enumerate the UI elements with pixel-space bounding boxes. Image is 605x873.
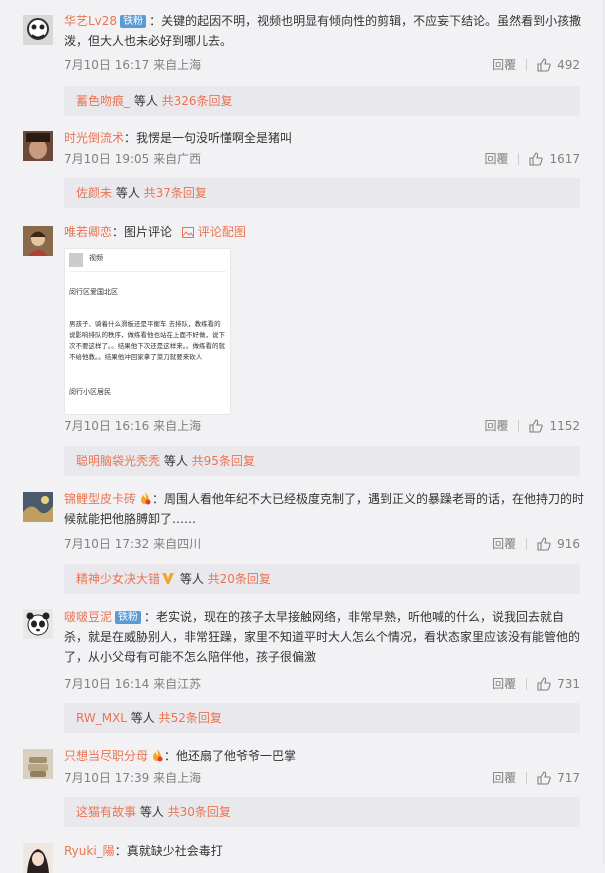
comment-list: 华艺Lv28 铁粉 ：关键的起因不明，视频也明显有倾向性的剪辑，不应妄下结论。虽然看…	[0, 0, 604, 873]
reply-count[interactable]: 共37条回复	[144, 186, 207, 200]
username[interactable]: 唯若卿恋	[64, 225, 112, 239]
username[interactable]: 时光倒流术	[64, 131, 124, 145]
avatar[interactable]	[23, 609, 53, 639]
avatar[interactable]	[23, 15, 53, 45]
avatar[interactable]	[23, 843, 53, 873]
comment-time: 7月10日 17:39 来自上海	[64, 771, 202, 785]
comment-time: 7月10日 16:17 来自上海	[64, 58, 202, 72]
comment-text: ：图片评论	[112, 225, 173, 239]
reply-button[interactable]: 回覆	[484, 151, 508, 167]
picture-icon	[181, 224, 194, 244]
image-body: 男孩子、骑着什么滑板还是平衡车 去排队，教练看的说影响排队的秩序，做练看他也站在…	[69, 320, 225, 361]
reply-mid: 等人	[160, 454, 192, 468]
divider	[526, 59, 528, 71]
divider	[69, 271, 226, 272]
comment-image[interactable]: 视频 闵行区爱国北区 男孩子、骑着什么滑板还是平衡车 去排队，教练看的说影响排队…	[64, 248, 231, 415]
reply-count[interactable]: 共20条回复	[208, 572, 271, 586]
like-count: 1152	[549, 419, 580, 433]
divider	[518, 153, 520, 165]
fire-icon	[138, 491, 152, 505]
fan-badge: 铁粉	[115, 611, 142, 624]
thumbs-up-icon	[537, 771, 551, 785]
reply-button[interactable]: 回覆	[492, 770, 516, 786]
reply-button[interactable]: 回覆	[492, 676, 516, 692]
verified-v-icon	[162, 565, 175, 595]
reply-user[interactable]: RW_MXL	[76, 711, 127, 725]
like-button[interactable]: 717	[537, 770, 580, 786]
image-avatar	[69, 253, 83, 267]
image-loc2: 闵行小区居民	[69, 388, 111, 396]
username[interactable]: 华艺Lv28	[64, 14, 117, 28]
reply-count[interactable]: 共95条回复	[192, 454, 255, 468]
comment-time: 7月10日 16:16 来自上海	[64, 419, 202, 433]
reply-mid: 等人	[130, 94, 162, 108]
reply-user[interactable]: 这猫有故事	[76, 805, 136, 819]
like-count: 492	[557, 58, 580, 72]
like-count: 731	[557, 677, 580, 691]
fan-badge: 铁粉	[120, 15, 147, 28]
like-button[interactable]: 916	[537, 536, 580, 552]
reply-button[interactable]: 回覆	[484, 418, 508, 434]
reply-button[interactable]: 回覆	[492, 536, 516, 552]
reply-summary[interactable]: 这猫有故事 等人 共30条回复	[64, 797, 580, 827]
thumbs-up-icon	[537, 58, 551, 72]
username[interactable]: 锦鲤型皮卡砖	[64, 492, 136, 506]
avatar[interactable]	[23, 749, 53, 779]
reply-user[interactable]: 佐颜未	[76, 186, 112, 200]
divider	[526, 538, 528, 550]
comment-text: ：老实说，现在的孩子太早接触网络，非常早熟，听他喊的什么，说我回去就自杀，就是在…	[64, 610, 581, 664]
reply-summary[interactable]: 聪明脑袋光秃秃 等人 共95条回复	[64, 446, 580, 476]
username[interactable]: 啵啵豆泥	[64, 610, 112, 624]
reply-button[interactable]: 回覆	[492, 57, 516, 73]
pic-link[interactable]: 评论配图	[198, 225, 246, 239]
reply-summary[interactable]: 佐颜未 等人 共37条回复	[64, 178, 580, 208]
thumbs-up-icon	[529, 152, 544, 166]
avatar[interactable]	[23, 131, 53, 161]
comment-time: 7月10日 17:32 来自四川	[64, 537, 202, 551]
reply-count[interactable]: 共326条回复	[162, 94, 233, 108]
comment-time: 7月10日 19:05 来自广西	[64, 152, 202, 166]
reply-user[interactable]: 蓄色吻痕_	[76, 94, 130, 108]
reply-mid: 等人	[112, 186, 144, 200]
username[interactable]: Ryuki_陽	[64, 844, 115, 858]
reply-mid: 等人	[136, 805, 168, 819]
username[interactable]: 只想当尽职分母	[64, 749, 148, 763]
like-button[interactable]: 1152	[529, 418, 580, 434]
comment-text: ：我愣是一句没听懂啊全是猪叫	[124, 131, 293, 145]
like-count: 1617	[549, 152, 580, 166]
divider	[526, 678, 528, 690]
image-loc1: 闵行区爱国北区	[69, 288, 118, 296]
like-button[interactable]: 492	[537, 57, 580, 73]
reply-count[interactable]: 共30条回复	[168, 805, 231, 819]
fire-icon	[150, 748, 164, 762]
avatar[interactable]	[23, 492, 53, 522]
comment-text: ：他还扇了他爷爷一巴掌	[164, 749, 297, 763]
like-button[interactable]: 731	[537, 676, 580, 692]
divider	[518, 420, 520, 432]
thumbs-up-icon	[537, 677, 551, 691]
like-count: 717	[557, 771, 580, 785]
reply-user[interactable]: 精神少女决大错	[76, 572, 160, 586]
comment-time: 7月10日 16:14 来自江苏	[64, 677, 202, 691]
divider	[526, 772, 528, 784]
thumbs-up-icon	[529, 419, 544, 433]
like-count: 916	[557, 537, 580, 551]
avatar[interactable]	[23, 226, 53, 256]
reply-summary[interactable]: 精神少女决大错 等人 共20条回复	[64, 564, 580, 594]
like-button[interactable]: 1617	[529, 151, 580, 167]
image-header: 视频	[89, 254, 103, 262]
reply-summary[interactable]: 蓄色吻痕_ 等人 共326条回复	[64, 86, 580, 116]
reply-mid: 等人	[126, 711, 159, 725]
reply-count[interactable]: 共52条回复	[159, 711, 222, 725]
reply-user[interactable]: 聪明脑袋光秃秃	[76, 454, 160, 468]
comment-text: ：真就缺少社会毒打	[114, 844, 223, 858]
thumbs-up-icon	[537, 537, 551, 551]
reply-mid: 等人	[176, 572, 208, 586]
reply-summary[interactable]: RW_MXL 等人 共52条回复	[64, 703, 580, 733]
